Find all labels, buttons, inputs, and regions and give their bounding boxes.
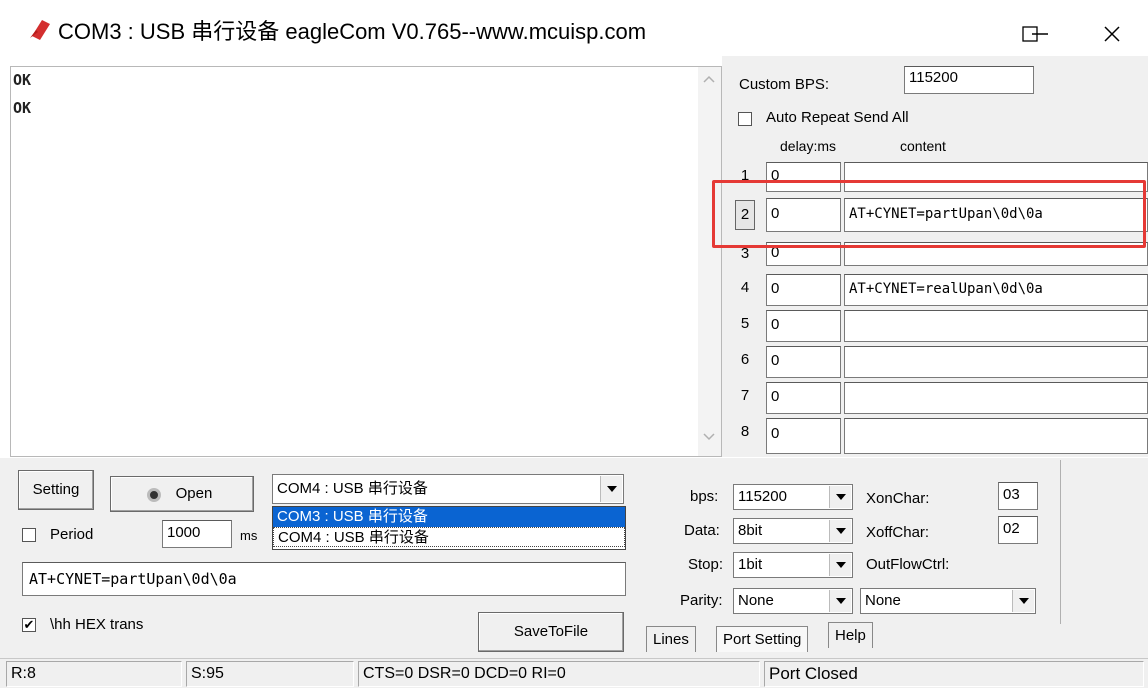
tab-port-setting[interactable]: Port Setting bbox=[716, 626, 809, 652]
tab-help[interactable]: Help bbox=[828, 622, 873, 648]
data-bits-dropdown-arrow[interactable] bbox=[829, 520, 851, 542]
maximize-icon-wrap[interactable] bbox=[1000, 8, 1060, 60]
open-button[interactable]: Open bbox=[110, 476, 254, 512]
settings-divider bbox=[1060, 460, 1061, 624]
status-port-state: Port Closed bbox=[764, 661, 1144, 687]
send-row-4-button[interactable]: 4 bbox=[735, 274, 755, 304]
tab-lines[interactable]: Lines bbox=[646, 626, 696, 652]
chevron-down-icon bbox=[606, 486, 617, 492]
content-column-header: content bbox=[900, 138, 946, 154]
period-input[interactable]: 1000 bbox=[162, 520, 232, 548]
open-port-icon bbox=[147, 488, 161, 502]
row-8-content-input[interactable] bbox=[844, 418, 1148, 454]
stop-bits-dropdown-arrow[interactable] bbox=[829, 554, 851, 576]
data-bits-select[interactable]: 8bit bbox=[733, 518, 853, 544]
setting-button[interactable]: Setting bbox=[18, 470, 94, 510]
scroll-up-icon bbox=[703, 75, 715, 83]
status-line-signals: CTS=0 DSR=0 DCD=0 RI=0 bbox=[358, 661, 760, 687]
row-8-delay-input[interactable]: 0 bbox=[766, 418, 841, 454]
custom-bps-input[interactable]: 115200 bbox=[904, 66, 1034, 94]
send-row-5-button[interactable]: 5 bbox=[735, 310, 755, 340]
multi-send-panel: Custom BPS: 115200 Auto Repeat Send All … bbox=[712, 56, 1148, 457]
period-label: Period bbox=[50, 526, 94, 543]
receive-scrollbar[interactable] bbox=[698, 67, 721, 456]
close-button[interactable] bbox=[1082, 8, 1142, 60]
app-logo-icon bbox=[30, 20, 50, 40]
chevron-down-icon bbox=[835, 528, 846, 534]
auto-repeat-checkbox[interactable] bbox=[738, 112, 752, 126]
xoff-char-input[interactable]: 02 bbox=[998, 516, 1038, 544]
outflow-ctrl-label: OutFlowCtrl: bbox=[866, 556, 950, 573]
send-row-7-button[interactable]: 7 bbox=[735, 382, 755, 412]
open-button-label: Open bbox=[175, 485, 213, 502]
stop-bits-select[interactable]: 1bit bbox=[733, 552, 853, 578]
stop-bits-value: 1bit bbox=[738, 556, 763, 573]
data-bits-label: Data: bbox=[684, 522, 720, 539]
window-title: COM3 : USB 串行设备 eagleCom V0.765--www.mcu… bbox=[58, 19, 647, 44]
port-dropdown-list: COM3 : USB 串行设备 COM4 : USB 串行设备 bbox=[272, 506, 626, 550]
chevron-down-icon bbox=[835, 598, 846, 604]
period-unit: ms bbox=[240, 528, 258, 543]
save-to-file-button[interactable]: SaveToFile bbox=[478, 612, 624, 652]
port-select[interactable]: COM4 : USB 串行设备 bbox=[272, 474, 624, 504]
port-option-com4[interactable]: COM4 : USB 串行设备 bbox=[273, 527, 625, 547]
row-6-content-input[interactable] bbox=[844, 346, 1148, 378]
outflow-dropdown-arrow[interactable] bbox=[1012, 590, 1034, 612]
status-sent-count: S:95 bbox=[186, 661, 354, 687]
parity-label: Parity: bbox=[680, 592, 723, 609]
status-bar: R:8 S:95 CTS=0 DSR=0 DCD=0 RI=0 Port Clo… bbox=[0, 658, 1148, 688]
period-checkbox[interactable] bbox=[22, 528, 36, 542]
send-row-8-button[interactable]: 8 bbox=[735, 418, 755, 448]
control-panel: Setting Open COM4 : USB 串行设备 COM3 : USB … bbox=[0, 458, 1148, 658]
bps-dropdown-arrow[interactable] bbox=[829, 486, 851, 508]
data-bits-value: 8bit bbox=[738, 522, 763, 539]
parity-dropdown-arrow[interactable] bbox=[829, 590, 851, 612]
close-icon bbox=[1104, 26, 1120, 42]
row-4-content-input[interactable]: AT+CYNET=realUpan\0d\0a bbox=[844, 274, 1148, 306]
port-select-value: COM4 : USB 串行设备 bbox=[277, 480, 428, 497]
delay-column-header: delay:ms bbox=[780, 138, 837, 154]
row-6-delay-input[interactable]: 0 bbox=[766, 346, 841, 378]
chevron-down-icon bbox=[835, 562, 846, 568]
row-7-delay-input[interactable]: 0 bbox=[766, 382, 841, 414]
send-row-6-button[interactable]: 6 bbox=[735, 346, 755, 376]
receive-line: OK bbox=[13, 99, 32, 117]
receive-textarea[interactable]: OK OK bbox=[10, 66, 722, 457]
send-input[interactable]: AT+CYNET=partUpan\0d\0a bbox=[22, 562, 626, 596]
bps-value: 115200 bbox=[738, 488, 787, 505]
chevron-down-icon bbox=[835, 494, 846, 500]
stop-bits-label: Stop: bbox=[688, 556, 724, 573]
xoff-char-label: XoffChar: bbox=[866, 524, 930, 541]
xon-char-input[interactable]: 03 bbox=[998, 482, 1038, 510]
status-received-count: R:8 bbox=[6, 661, 182, 687]
receive-line: OK bbox=[13, 71, 32, 89]
row-7-content-input[interactable] bbox=[844, 382, 1148, 414]
bps-select[interactable]: 115200 bbox=[733, 484, 853, 510]
parity-select[interactable]: None bbox=[733, 588, 853, 614]
hex-trans-checkbox[interactable]: ✔ bbox=[22, 618, 36, 632]
port-option-com3[interactable]: COM3 : USB 串行设备 bbox=[273, 507, 625, 527]
row-4-delay-input[interactable]: 0 bbox=[766, 274, 841, 306]
auto-repeat-label: Auto Repeat Send All bbox=[766, 109, 909, 126]
xon-char-label: XonChar: bbox=[866, 490, 930, 507]
outflow-ctrl-select[interactable]: None bbox=[860, 588, 1036, 614]
chevron-down-icon bbox=[1018, 598, 1029, 604]
maximize-icon bbox=[1022, 26, 1038, 42]
highlight-box bbox=[712, 180, 1146, 248]
custom-bps-label: Custom BPS: bbox=[739, 76, 830, 93]
row-5-content-input[interactable] bbox=[844, 310, 1148, 342]
port-dropdown-arrow[interactable] bbox=[600, 476, 622, 502]
hex-trans-label: \hh HEX trans bbox=[50, 616, 144, 633]
row-5-delay-input[interactable]: 0 bbox=[766, 310, 841, 342]
parity-value: None bbox=[738, 592, 774, 609]
scroll-down-icon bbox=[703, 433, 715, 441]
bps-label: bps: bbox=[690, 488, 719, 505]
outflow-ctrl-value: None bbox=[865, 592, 901, 609]
